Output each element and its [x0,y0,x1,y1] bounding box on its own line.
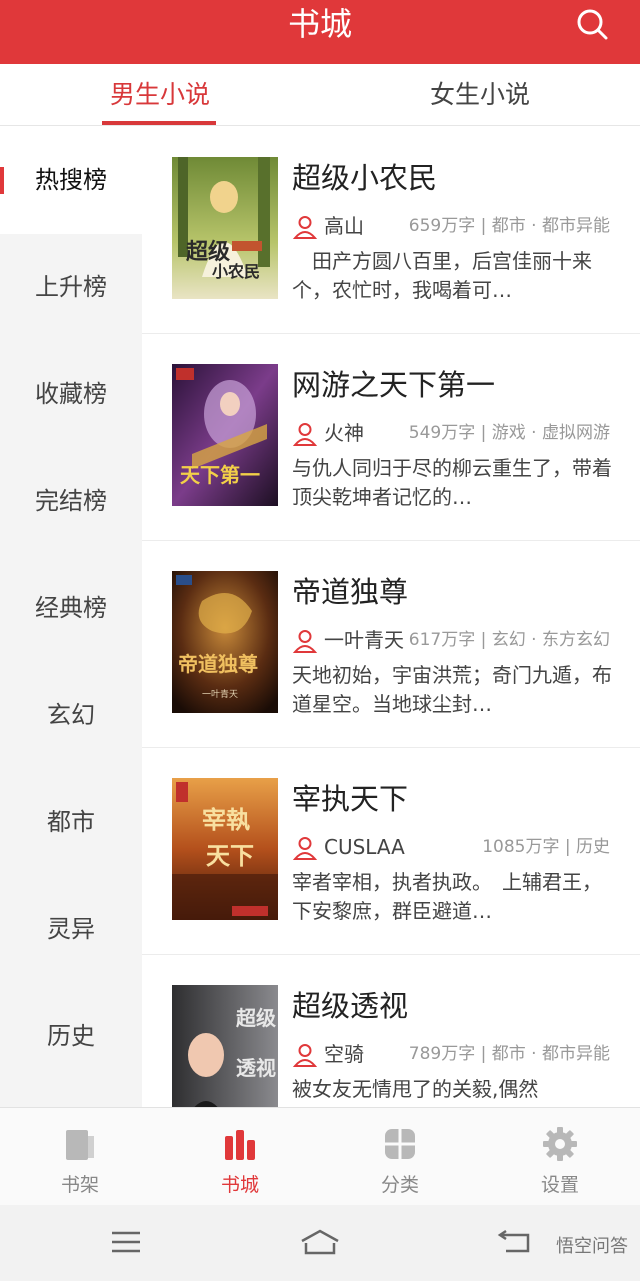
bookshelf-icon [66,1130,94,1160]
book-info: 789万字 | 都市 · 都市异能 [408,1044,610,1064]
book-title[interactable]: 帝道独尊 [292,569,408,611]
book-list: 超级 小农民 超级小农民 高山 659万字 | 都市 · 都市异能 田产方圆八百… [142,127,640,1107]
sidebar-item-classic[interactable]: 经典榜 [0,555,142,662]
nav-bookshelf[interactable]: 书架 [0,1108,160,1206]
nav-bookstore[interactable]: 书城 [160,1108,320,1206]
svg-text:天下第一: 天下第一 [180,463,260,487]
book-info: 659万字 | 都市 · 都市异能 [408,216,610,236]
nav-label: 分类 [380,1174,419,1196]
ranking-sidebar: 热搜榜 上升榜 收藏榜 完结榜 经典榜 玄幻 都市 灵异 历史 [0,127,142,1107]
sidebar-item-label: 都市 [47,808,95,836]
book-description: 与仇人同归于尽的柳云重生了，带着顶尖乾坤者记忆的… [292,456,612,509]
person-icon [292,216,318,239]
sidebar-item-hot-search[interactable]: 热搜榜 [0,127,142,234]
search-icon[interactable] [574,6,610,42]
sidebar-item-label: 历史 [47,1022,95,1050]
book-title[interactable]: 网游之天下第一 [292,362,495,404]
svg-text:天下: 天下 [206,841,254,870]
book-cover[interactable]: 帝道独尊 一叶青天 [172,571,278,713]
book-author: 空骑 [324,1042,364,1066]
book-meta: CUSLAA 1085万字 | 历史 [292,834,622,862]
category-icon [385,1129,415,1159]
book-meta: 高山 659万字 | 都市 · 都市异能 [292,213,622,241]
person-icon [292,837,318,860]
book-item[interactable]: 帝道独尊 一叶青天 帝道独尊 一叶青天 617万字 | 玄幻 · 东方玄幻 天地… [142,541,640,748]
system-navigation-bar [0,1205,640,1281]
sidebar-item-urban[interactable]: 都市 [0,769,142,876]
sidebar-item-label: 上升榜 [35,273,107,301]
book-cover[interactable]: 天下第一 [172,364,278,506]
svg-text:一叶青天: 一叶青天 [202,688,238,700]
person-icon [292,423,318,446]
sidebar-item-supernatural[interactable]: 灵异 [0,876,142,983]
book-description: 被女友无情甩了的关毅,偶然 [292,1077,539,1101]
book-cover[interactable]: 超级 透视 [172,985,278,1107]
book-title[interactable]: 宰执天下 [292,776,408,818]
page-title: 书城 [287,5,352,43]
bottom-navigation: 书架 书城 分类 设置 [0,1107,640,1205]
book-author: 一叶青天 [324,628,404,652]
person-icon [292,630,318,653]
svg-text:宰執: 宰執 [202,805,250,834]
sidebar-item-label: 玄幻 [47,701,95,729]
book-title[interactable]: 超级透视 [292,983,408,1025]
nav-category[interactable]: 分类 [320,1108,480,1206]
book-author: CUSLAA [324,835,405,859]
category-tabs: 男生小说 女生小说 [0,64,640,126]
nav-label: 设置 [540,1174,579,1196]
tab-male-novels[interactable]: 男生小说 [100,64,220,126]
person-icon [292,1044,318,1067]
svg-text:透视: 透视 [236,1056,276,1080]
nav-label: 书架 [60,1174,99,1196]
menu-icon[interactable] [104,1225,148,1259]
settings-icon [543,1127,577,1161]
sidebar-item-label: 热搜榜 [35,166,107,194]
sidebar-item-label: 收藏榜 [35,380,107,408]
book-info: 549万字 | 游戏 · 虚拟网游 [408,423,610,443]
home-icon[interactable] [298,1225,342,1259]
book-title[interactable]: 超级小农民 [292,155,437,197]
app-header: 书城 [0,0,640,64]
active-indicator [0,167,4,194]
book-description: 天地初始，宇宙洪荒；奇门九遁，布道星空。当地球尘封… [292,663,612,716]
svg-text:超级: 超级 [235,1006,276,1030]
book-meta: 火神 549万字 | 游戏 · 虚拟网游 [292,420,622,448]
sidebar-item-history[interactable]: 历史 [0,983,142,1090]
book-meta: 一叶青天 617万字 | 玄幻 · 东方玄幻 [292,627,622,655]
nav-label: 书城 [220,1174,259,1196]
nav-settings[interactable]: 设置 [480,1108,640,1206]
book-description: 田产方圆八百里，后宫佳丽十来个，农忙时，我喝着可… [292,249,592,302]
book-item[interactable]: 超级 透视 超级透视 空骑 789万字 | 都市 · 都市异能 被女友无情甩了的… [142,955,640,1107]
book-item[interactable]: 天下第一 网游之天下第一 火神 549万字 | 游戏 · 虚拟网游 与仇人同归于… [142,334,640,541]
sidebar-item-label: 经典榜 [35,594,107,622]
svg-text:小农民: 小农民 [212,262,260,281]
book-cover[interactable]: 超级 小农民 [172,157,278,299]
book-info: 1085万字 | 历史 [482,837,610,857]
back-icon[interactable] [494,1225,538,1259]
book-info: 617万字 | 玄幻 · 东方玄幻 [408,630,610,650]
book-cover[interactable]: 宰執 天下 [172,778,278,920]
sidebar-item-label: 灵异 [47,915,95,943]
sidebar-item-fantasy[interactable]: 玄幻 [0,662,142,769]
tab-female-novels[interactable]: 女生小说 [420,64,540,126]
book-item[interactable]: 宰執 天下 宰执天下 CUSLAA 1085万字 | 历史 宰者宰相，执者执政。… [142,748,640,955]
book-author: 火神 [324,421,364,445]
sidebar-item-label: 完结榜 [35,487,107,515]
svg-text:帝道独尊: 帝道独尊 [178,652,258,676]
watermark-text: 悟空问答 [556,1236,628,1257]
sidebar-item-completed[interactable]: 完结榜 [0,448,142,555]
book-item[interactable]: 超级 小农民 超级小农民 高山 659万字 | 都市 · 都市异能 田产方圆八百… [142,127,640,334]
book-description: 宰者宰相，执者执政。 上辅君王，下安黎庶，群臣避道… [292,870,602,923]
sidebar-item-favorites[interactable]: 收藏榜 [0,341,142,448]
sidebar-item-rising[interactable]: 上升榜 [0,234,142,341]
book-author: 高山 [324,214,364,238]
active-tab-indicator [102,121,216,125]
bookstore-icon [225,1130,255,1160]
app-root: 书城 男生小说 女生小说 热搜榜 上升榜 收藏榜 完结榜 经典榜 玄幻 都市 灵… [0,0,640,1281]
book-meta: 空骑 789万字 | 都市 · 都市异能 [292,1041,622,1069]
